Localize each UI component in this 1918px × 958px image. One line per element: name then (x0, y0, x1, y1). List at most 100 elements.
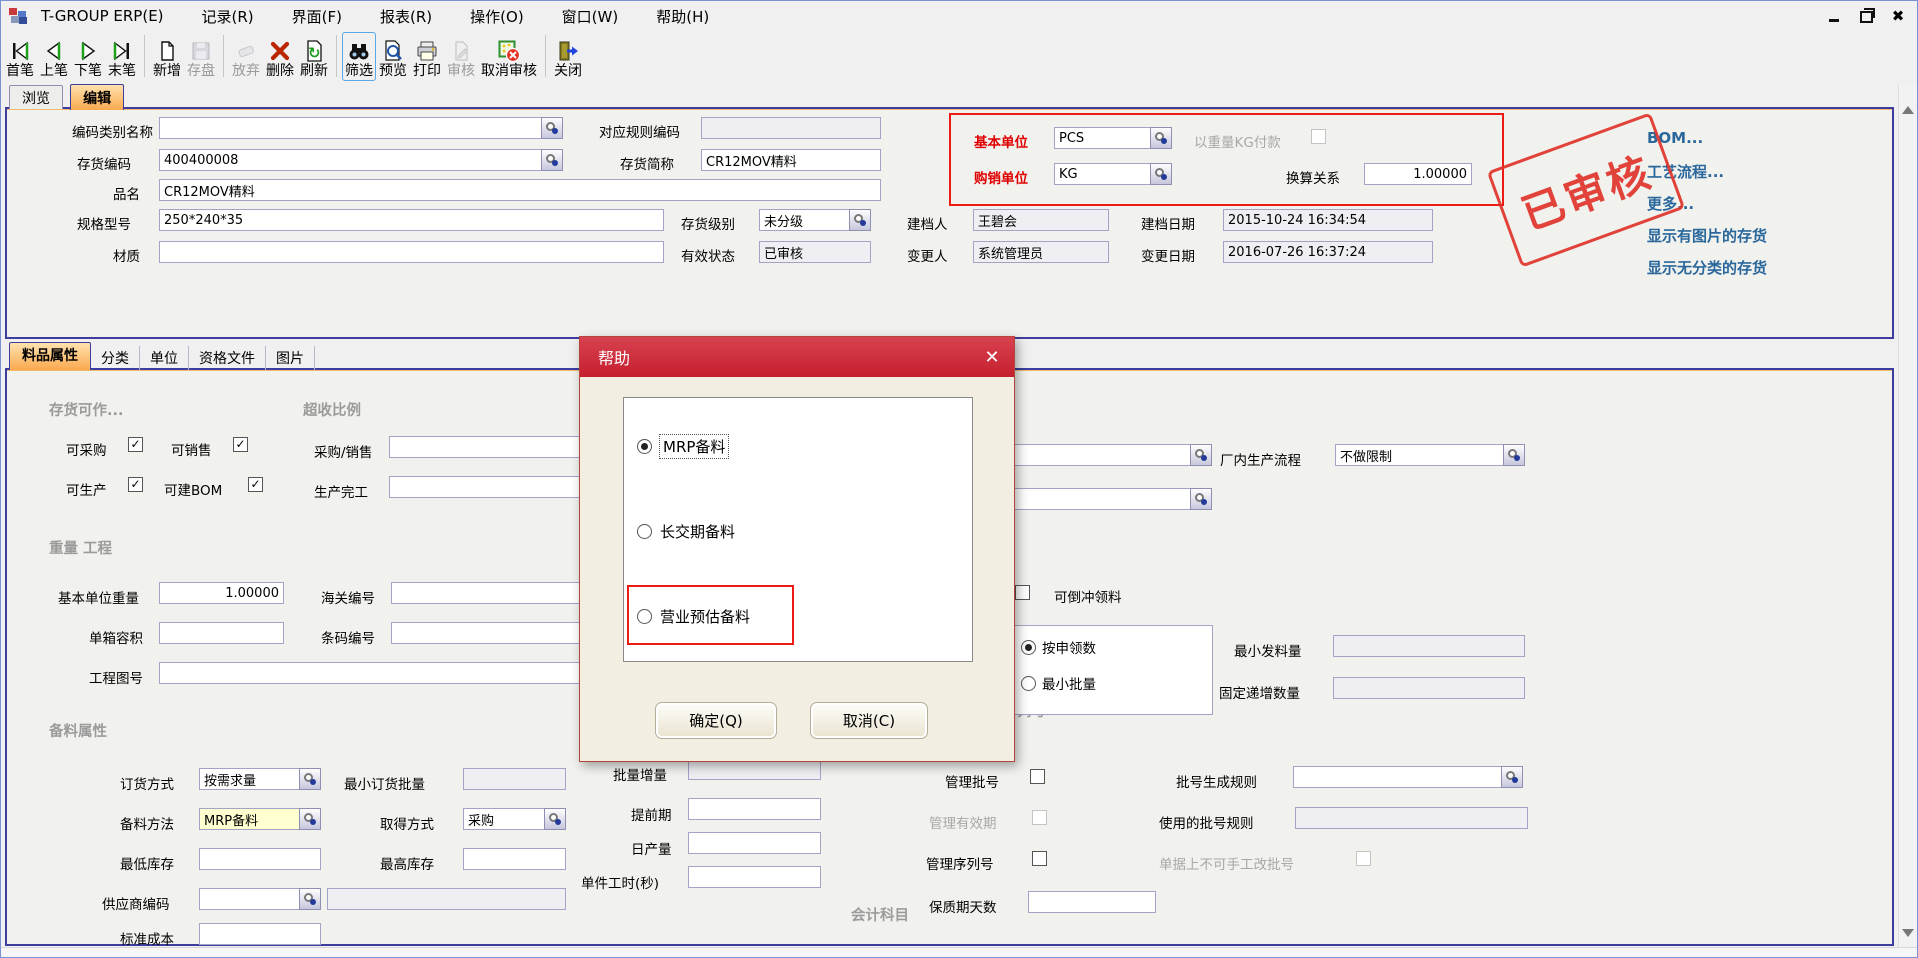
lookup-icon[interactable] (299, 888, 321, 910)
daily-output-input[interactable] (688, 832, 821, 854)
close-form-button[interactable]: 关闭 (551, 33, 585, 80)
menu-report[interactable]: 报表(R) (380, 6, 432, 27)
base-weight-input[interactable]: 1.00000 (159, 582, 284, 604)
trade-unit-input[interactable]: KG (1054, 163, 1150, 185)
section-over-ratio: 超收比例 (303, 399, 361, 420)
menu-operate[interactable]: 操作(O) (470, 6, 524, 27)
manage-batch-checkbox[interactable] (1030, 769, 1045, 784)
lookup-icon[interactable] (299, 768, 321, 790)
first-record-button[interactable]: 首笔 (3, 33, 37, 80)
lookup-icon[interactable] (1190, 488, 1212, 510)
print-button[interactable]: 打印 (410, 33, 444, 80)
lookup-icon[interactable] (541, 117, 563, 139)
order-mode-input[interactable]: 按需求量 (199, 768, 299, 790)
vertical-scrollbar[interactable] (1898, 85, 1918, 958)
lookup-icon[interactable] (541, 149, 563, 171)
lookup-icon[interactable] (544, 808, 566, 830)
base-unit-input[interactable]: PCS (1054, 127, 1150, 149)
toolbar-label: 放弃 (232, 63, 260, 80)
item-short-input[interactable]: CR12MOV精料 (701, 149, 881, 171)
production-done-input[interactable] (389, 476, 585, 498)
lookup-icon[interactable] (1150, 163, 1172, 185)
menu-tgroup-erp[interactable]: T-GROUP ERP(E) (41, 7, 164, 25)
tab-units[interactable]: 单位 (140, 346, 189, 370)
tab-browse[interactable]: 浏览 (9, 85, 63, 109)
supplier-code-input[interactable] (199, 888, 299, 910)
restore-icon[interactable] (1859, 9, 1873, 23)
drawing-no-input[interactable] (159, 662, 585, 684)
material-input[interactable] (159, 241, 664, 263)
menu-window[interactable]: 窗口(W) (562, 6, 619, 27)
box-volume-input[interactable] (159, 622, 284, 644)
barcode-input[interactable] (391, 622, 585, 644)
dialog-close-icon[interactable]: ✕ (980, 345, 1004, 369)
link-show-unclassified[interactable]: 显示无分类的存货 (1647, 257, 1767, 278)
lookup-icon[interactable] (1150, 127, 1172, 149)
issue-by-request-label: 按申领数 (1042, 637, 1096, 657)
preview-button[interactable]: 预览 (376, 33, 410, 80)
tab-edit[interactable]: 编辑 (70, 84, 124, 110)
customs-code-input[interactable] (391, 582, 585, 604)
tab-qualification-files[interactable]: 资格文件 (189, 346, 266, 370)
batch-rule-input[interactable] (1293, 766, 1501, 788)
prev-record-button[interactable]: 上笔 (37, 33, 71, 80)
lookup-icon[interactable] (299, 808, 321, 830)
menu-help[interactable]: 帮助(H) (656, 6, 709, 27)
close-window-icon[interactable]: ✖ (1891, 9, 1905, 23)
option-long-lead[interactable]: 长交期备料 (637, 521, 735, 542)
next-record-button[interactable]: 下笔 (71, 33, 105, 80)
last-record-button[interactable]: 末笔 (105, 33, 139, 80)
issue-by-request-option[interactable]: 按申领数 (1021, 637, 1096, 657)
dialog-title-bar[interactable]: 帮助 (580, 337, 1014, 377)
filter-button[interactable]: 筛选 (342, 32, 376, 81)
tab-classification[interactable]: 分类 (91, 346, 140, 370)
issue-min-batch-option[interactable]: 最小批量 (1021, 673, 1096, 693)
lookup-icon[interactable] (1503, 444, 1525, 466)
issue-min-batch-label: 最小批量 (1042, 673, 1096, 693)
add-record-button[interactable]: 新增 (150, 33, 184, 80)
base-unit-field: PCS (1054, 127, 1172, 149)
menu-interface[interactable]: 界面(F) (292, 6, 342, 27)
code-category-input[interactable] (159, 117, 541, 139)
max-stock-input[interactable] (463, 848, 566, 870)
lookup-icon[interactable] (1190, 444, 1212, 466)
purchase-sale-ratio-input[interactable] (389, 436, 585, 458)
std-cost-input[interactable] (199, 923, 321, 945)
ok-button[interactable]: 确定(Q) (655, 702, 777, 739)
tab-images[interactable]: 图片 (266, 346, 315, 370)
acquire-mode-input[interactable]: 采购 (463, 808, 544, 830)
delete-button[interactable]: 删除 (263, 33, 297, 80)
factory-flow-input[interactable]: 不做限制 (1335, 444, 1503, 466)
lookup-icon[interactable] (1501, 766, 1523, 788)
backflush-checkbox[interactable] (1015, 585, 1030, 600)
min-stock-input[interactable] (199, 848, 321, 870)
option-sales-forecast[interactable]: 营业预估备料 (637, 606, 750, 627)
cancel-button[interactable]: 取消(C) (810, 702, 928, 739)
item-name-input[interactable]: CR12MOV精料 (159, 179, 881, 201)
sellable-checkbox[interactable] (233, 437, 248, 452)
manage-serial-checkbox[interactable] (1032, 851, 1047, 866)
cancel-audit-button[interactable]: 取消审核 (478, 33, 540, 80)
lead-time-input[interactable] (688, 798, 821, 820)
bomable-checkbox[interactable] (248, 477, 263, 492)
spec-input[interactable]: 250*240*35 (159, 209, 664, 231)
option-mrp[interactable]: MRP备料 (637, 435, 728, 458)
level-input[interactable]: 未分级 (759, 209, 849, 231)
modify-date-label: 变更日期 (1141, 245, 1195, 265)
spare-method-input[interactable]: MRP备料 (199, 808, 299, 830)
minimize-icon[interactable] (1827, 9, 1841, 23)
producible-checkbox[interactable] (128, 477, 143, 492)
menu-record[interactable]: 记录(R) (202, 6, 254, 27)
purchasable-checkbox[interactable] (128, 437, 143, 452)
scroll-up-icon[interactable] (1902, 91, 1914, 103)
svg-text:↻: ↻ (308, 44, 321, 62)
conversion-input[interactable]: 1.00000 (1364, 163, 1472, 185)
link-show-with-images[interactable]: 显示有图片的存货 (1647, 225, 1767, 246)
item-code-input[interactable]: 400400008 (159, 149, 541, 171)
unit-time-input[interactable] (688, 866, 821, 888)
shelf-days-input[interactable] (1028, 891, 1156, 913)
tab-item-attributes[interactable]: 料品属性 (9, 342, 91, 370)
lookup-icon[interactable] (849, 209, 871, 231)
max-stock-label: 最高库存 (380, 853, 434, 873)
refresh-button[interactable]: ↻ 刷新 (297, 33, 331, 80)
